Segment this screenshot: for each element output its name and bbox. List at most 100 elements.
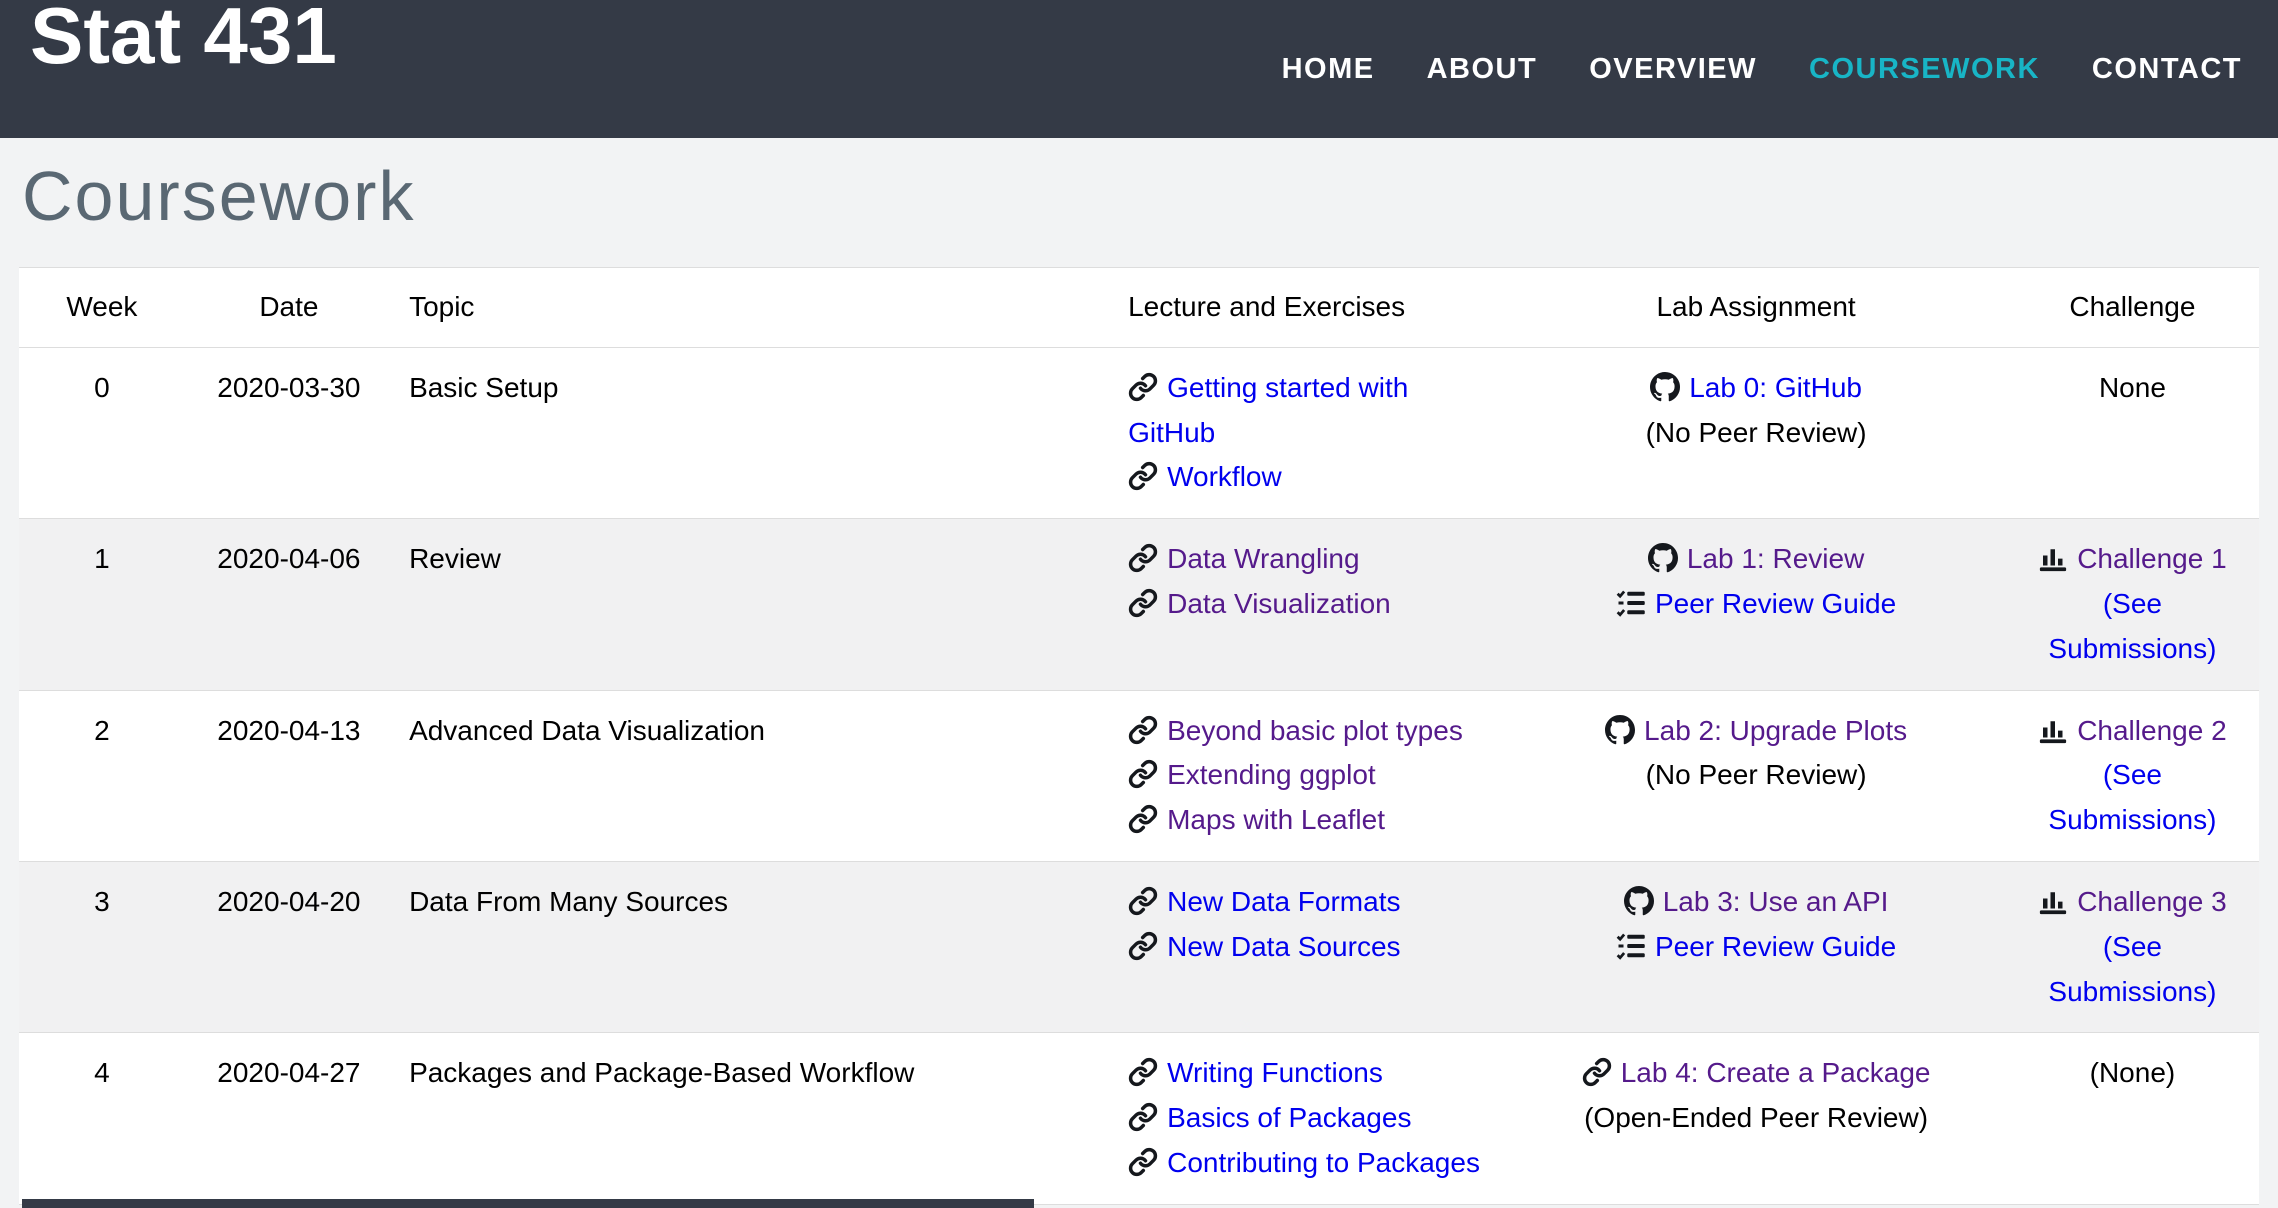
cell-link[interactable]: Getting started with GitHub: [1128, 366, 1490, 456]
cell-link[interactable]: Lab 2: Upgrade Plots: [1522, 709, 1990, 754]
challenge-cell: Challenge 2 (See Submissions): [2006, 690, 2259, 861]
page-title: Coursework: [22, 158, 2278, 235]
link-icon: [1128, 804, 1158, 834]
lecture-cell: Writing FunctionsBasics of PackagesContr…: [1112, 1033, 1506, 1204]
cell-link[interactable]: Peer Review Guide: [1522, 925, 1990, 970]
cell-link[interactable]: Workflow: [1128, 455, 1490, 500]
lecture-cell: Data WranglingData Visualization: [1112, 519, 1506, 690]
cell-link[interactable]: Extending ggplot: [1128, 753, 1490, 798]
link-icon: [1582, 1057, 1612, 1087]
cell-text: (No Peer Review): [1522, 411, 1990, 456]
column-header-challenge: Challenge: [2006, 268, 2259, 348]
date-cell: 2020-04-20: [185, 861, 393, 1032]
github-icon: [1605, 715, 1635, 745]
table-row-week-1: 12020-04-06ReviewData WranglingData Visu…: [19, 519, 2259, 690]
nav-menu: HOME ABOUT OVERVIEW COURSEWORK CONTACT: [1282, 53, 2242, 86]
topic-cell: Packages and Package-Based Workflow: [393, 1033, 1112, 1204]
column-header-date: Date: [185, 268, 393, 348]
cell-link[interactable]: Challenge 2: [2038, 715, 2226, 746]
lecture-cell: Getting started with GitHubWorkflow: [1112, 347, 1506, 518]
topic-cell: Data From Many Sources: [393, 861, 1112, 1032]
table-row-week-2: 22020-04-13Advanced Data VisualizationBe…: [19, 690, 2259, 861]
cell-text: (Open-Ended Peer Review): [1522, 1096, 1990, 1141]
link-icon: [1128, 886, 1158, 916]
week-cell: 2: [19, 690, 185, 861]
nav-item-home[interactable]: HOME: [1282, 53, 1375, 86]
cell-text: (No Peer Review): [1522, 753, 1990, 798]
tasks-icon: [1616, 588, 1646, 618]
link-icon: [1128, 1057, 1158, 1087]
lecture-cell: Beyond basic plot typesExtending ggplotM…: [1112, 690, 1506, 861]
link-icon: [1128, 715, 1158, 745]
cell-link[interactable]: Basics of Packages: [1128, 1096, 1490, 1141]
nav-item-coursework[interactable]: COURSEWORK: [1809, 53, 2040, 86]
link-icon: [1128, 588, 1158, 618]
column-header-week: Week: [19, 268, 185, 348]
cell-link[interactable]: Challenge 3: [2038, 886, 2226, 917]
link-icon: [1128, 543, 1158, 573]
cell-link[interactable]: Data Visualization: [1128, 582, 1490, 627]
cell-link[interactable]: Contributing to Packages: [1128, 1141, 1490, 1186]
chart-icon: [2038, 543, 2068, 573]
nav-item-about[interactable]: ABOUT: [1427, 53, 1538, 86]
top-navbar: Stat 431 HOME ABOUT OVERVIEW COURSEWORK CONT…: [0, 0, 2278, 138]
challenge-cell: (None): [2006, 1033, 2259, 1204]
cell-link[interactable]: (See Submissions): [2048, 759, 2216, 835]
github-icon: [1650, 372, 1680, 402]
nav-item-contact[interactable]: CONTACT: [2092, 53, 2242, 86]
topic-cell: Basic Setup: [393, 347, 1112, 518]
lab-cell: Lab 3: Use an APIPeer Review Guide: [1506, 861, 2006, 1032]
cell-link[interactable]: (See Submissions): [2048, 588, 2216, 664]
challenge-cell: Challenge 1 (See Submissions): [2006, 519, 2259, 690]
date-cell: 2020-04-06: [185, 519, 393, 690]
lab-cell: Lab 1: ReviewPeer Review Guide: [1506, 519, 2006, 690]
link-icon: [1128, 759, 1158, 789]
week-cell: 3: [19, 861, 185, 1032]
cell-link[interactable]: New Data Sources: [1128, 925, 1490, 970]
cell-link[interactable]: Data Wrangling: [1128, 537, 1490, 582]
table-body: 02020-03-30Basic SetupGetting started wi…: [19, 347, 2259, 1204]
link-icon: [1128, 461, 1158, 491]
cell-text: (None): [2090, 1057, 2176, 1088]
chart-icon: [2038, 715, 2068, 745]
topic-cell: Review: [393, 519, 1112, 690]
tasks-icon: [1616, 931, 1646, 961]
column-header-lab-assignment: Lab Assignment: [1506, 268, 2006, 348]
lecture-cell: New Data FormatsNew Data Sources: [1112, 861, 1506, 1032]
link-icon: [1128, 1102, 1158, 1132]
date-cell: 2020-04-27: [185, 1033, 393, 1204]
challenge-cell: Challenge 3 (See Submissions): [2006, 861, 2259, 1032]
cell-link[interactable]: Writing Functions: [1128, 1051, 1490, 1096]
topic-cell: Advanced Data Visualization: [393, 690, 1112, 861]
column-header-lecture-and-exercises: Lecture and Exercises: [1112, 268, 1506, 348]
week-cell: 1: [19, 519, 185, 690]
github-icon: [1624, 886, 1654, 916]
main-content: Coursework WeekDateTopicLecture and Exer…: [0, 158, 2278, 1205]
column-header-topic: Topic: [393, 268, 1112, 348]
link-icon: [1128, 1147, 1158, 1177]
table-header-row: WeekDateTopicLecture and ExercisesLab As…: [19, 268, 2259, 348]
table-row-week-0: 02020-03-30Basic SetupGetting started wi…: [19, 347, 2259, 518]
chart-icon: [2038, 886, 2068, 916]
cell-link[interactable]: Lab 1: Review: [1522, 537, 1990, 582]
cell-text: None: [2099, 372, 2166, 403]
cell-link[interactable]: Beyond basic plot types: [1128, 709, 1490, 754]
cell-link[interactable]: Lab 3: Use an API: [1522, 880, 1990, 925]
cell-link[interactable]: Peer Review Guide: [1522, 582, 1990, 627]
link-icon: [1128, 372, 1158, 402]
link-icon: [1128, 931, 1158, 961]
coursework-table: WeekDateTopicLecture and ExercisesLab As…: [19, 267, 2259, 1205]
cell-link[interactable]: Lab 4: Create a Package: [1522, 1051, 1990, 1096]
github-icon: [1648, 543, 1678, 573]
cell-link[interactable]: (See Submissions): [2048, 931, 2216, 1007]
date-cell: 2020-03-30: [185, 347, 393, 518]
nav-item-overview[interactable]: OVERVIEW: [1589, 53, 1757, 86]
site-brand[interactable]: Stat 431: [30, 0, 337, 78]
lab-cell: Lab 4: Create a Package(Open-Ended Peer …: [1506, 1033, 2006, 1204]
cell-link[interactable]: New Data Formats: [1128, 880, 1490, 925]
table-row-week-4: 42020-04-27Packages and Package-Based Wo…: [19, 1033, 2259, 1204]
cell-link[interactable]: Lab 0: GitHub: [1522, 366, 1990, 411]
cell-link[interactable]: Maps with Leaflet: [1128, 798, 1490, 843]
lab-cell: Lab 0: GitHub(No Peer Review): [1506, 347, 2006, 518]
cell-link[interactable]: Challenge 1: [2038, 543, 2226, 574]
